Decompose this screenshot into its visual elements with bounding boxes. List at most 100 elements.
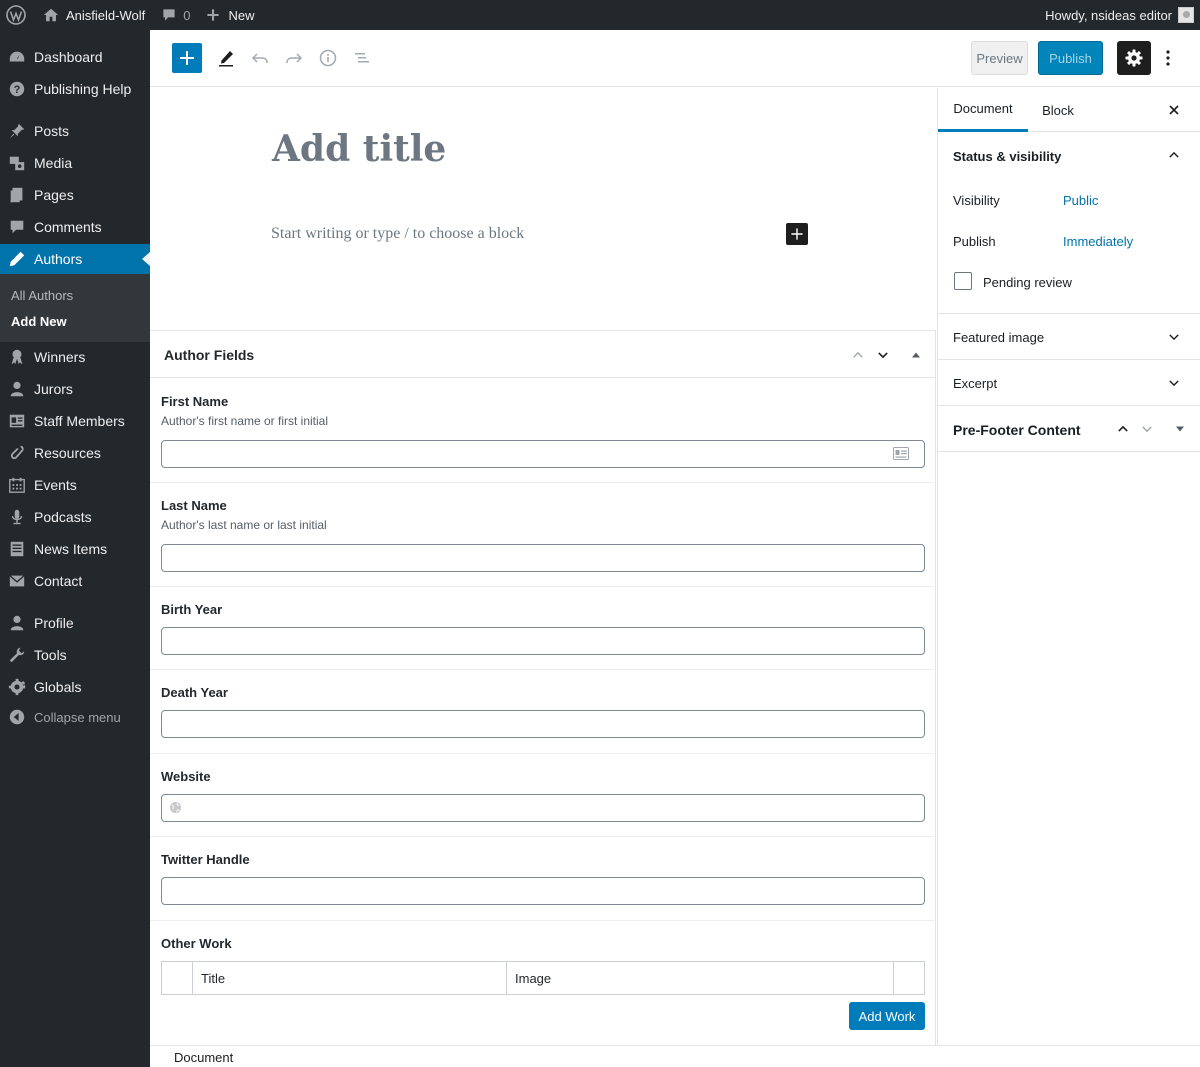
- collapse-label: Collapse menu: [34, 709, 121, 725]
- move-up-button[interactable]: [848, 345, 868, 365]
- site-name-link[interactable]: Anisfield-Wolf: [34, 0, 153, 30]
- publish-button[interactable]: Publish: [1038, 41, 1103, 75]
- menu-label: Posts: [34, 123, 70, 139]
- content-info-button[interactable]: [313, 43, 343, 73]
- twitter-handle-input[interactable]: [161, 877, 925, 905]
- menu-media[interactable]: Media: [0, 148, 150, 178]
- menu-winners[interactable]: Winners: [0, 342, 150, 372]
- panel-prefooter-content: Pre-Footer Content: [938, 406, 1200, 452]
- menu-label: Winners: [34, 349, 86, 365]
- field-last-name: Last Name Author's last name or last ini…: [150, 483, 936, 587]
- field-label: Twitter Handle: [161, 852, 250, 867]
- publish-date-toggle[interactable]: Immediately: [1063, 234, 1133, 249]
- field-death-year: Death Year: [150, 670, 936, 754]
- menu-contact[interactable]: Contact: [0, 566, 150, 596]
- menu-profile[interactable]: Profile: [0, 608, 150, 638]
- submenu-add-new[interactable]: Add New: [11, 314, 67, 329]
- close-sidebar-button[interactable]: [1164, 100, 1184, 120]
- panel-title[interactable]: Pre-Footer Content: [953, 422, 1081, 438]
- undo-button[interactable]: [245, 43, 275, 73]
- award-icon: [0, 348, 34, 366]
- menu-jurors[interactable]: Jurors: [0, 374, 150, 404]
- site-name: Anisfield-Wolf: [66, 7, 146, 23]
- plus-icon: [207, 9, 220, 21]
- admin-bar: Anisfield-Wolf 0 New Howdy, nsideas edit…: [0, 0, 1200, 30]
- menu-tools[interactable]: Tools: [0, 640, 150, 670]
- tab-document[interactable]: Document: [938, 88, 1028, 132]
- wordpress-logo-icon[interactable]: [0, 0, 34, 30]
- authors-submenu: All Authors Add New: [0, 274, 150, 342]
- collapse-menu-button[interactable]: Collapse menu: [0, 702, 150, 732]
- settings-tabs: Document Block: [938, 88, 1200, 132]
- toggle-panel-button[interactable]: [1170, 419, 1190, 439]
- death-year-input[interactable]: [161, 710, 925, 738]
- preview-button[interactable]: Preview: [971, 41, 1028, 75]
- settings-button[interactable]: [1117, 41, 1151, 75]
- visibility-toggle[interactable]: Public: [1063, 193, 1098, 208]
- panel-featured-image[interactable]: Featured image: [938, 314, 1200, 360]
- menu-events[interactable]: Events: [0, 470, 150, 500]
- panel-title[interactable]: Status & visibility: [953, 149, 1061, 164]
- field-description: Author's first name or first initial: [161, 414, 329, 428]
- website-input[interactable]: [161, 794, 925, 822]
- post-title-input[interactable]: Add title: [272, 128, 446, 170]
- pending-review-label: Pending review: [983, 275, 1072, 290]
- panel-excerpt[interactable]: Excerpt: [938, 360, 1200, 406]
- field-label: First Name: [161, 394, 229, 409]
- avatar: [1178, 7, 1194, 23]
- pending-review-checkbox[interactable]: [954, 272, 972, 290]
- comments-link[interactable]: 0: [153, 0, 198, 30]
- menu-news-items[interactable]: News Items: [0, 534, 150, 564]
- menu-posts[interactable]: Posts: [0, 116, 150, 146]
- contact-card-icon: [893, 447, 909, 460]
- close-icon: [1169, 105, 1179, 115]
- undo-icon: [251, 53, 268, 63]
- breadcrumb-document[interactable]: Document: [174, 1050, 233, 1065]
- metabox-header[interactable]: Author Fields: [150, 331, 936, 378]
- field-label: Last Name: [161, 498, 227, 513]
- menu-authors[interactable]: Authors: [0, 244, 150, 274]
- menu-label: Authors: [34, 251, 83, 267]
- column-header-image: Image: [507, 962, 894, 994]
- id-card-icon: [0, 412, 34, 430]
- field-twitter-handle: Twitter Handle: [150, 837, 936, 921]
- more-options-button[interactable]: [1156, 41, 1180, 75]
- menu-comments[interactable]: Comments: [0, 212, 150, 242]
- account-menu[interactable]: Howdy, nsideas editor: [1045, 7, 1200, 23]
- menu-pages[interactable]: Pages: [0, 180, 150, 210]
- edit-mode-button[interactable]: [211, 43, 241, 73]
- microphone-icon: [0, 508, 34, 526]
- tab-block[interactable]: Block: [1028, 88, 1088, 132]
- block-breadcrumb: Document: [150, 1045, 1200, 1067]
- toggle-panel-button[interactable]: [906, 345, 926, 365]
- default-block-placeholder[interactable]: Start writing or type / to choose a bloc…: [271, 225, 524, 243]
- metabox-title: Author Fields: [164, 347, 255, 363]
- menu-dashboard[interactable]: Dashboard: [0, 42, 150, 72]
- field-birth-year: Birth Year: [150, 587, 936, 670]
- last-name-input[interactable]: [161, 544, 925, 572]
- move-down-button[interactable]: [873, 345, 893, 365]
- add-block-button[interactable]: [172, 43, 202, 73]
- inline-add-block-button[interactable]: [786, 223, 808, 245]
- menu-resources[interactable]: Resources: [0, 438, 150, 468]
- menu-podcasts[interactable]: Podcasts: [0, 502, 150, 532]
- redo-button[interactable]: [279, 43, 309, 73]
- menu-publishing-help[interactable]: ? Publishing Help: [0, 74, 150, 104]
- field-label: Website: [161, 769, 211, 784]
- info-icon: [319, 49, 337, 67]
- menu-staff-members[interactable]: Staff Members: [0, 406, 150, 436]
- first-name-input[interactable]: [161, 440, 925, 468]
- move-up-button[interactable]: [1113, 419, 1133, 439]
- dashboard-icon: [0, 48, 34, 66]
- new-content-link[interactable]: New: [198, 0, 262, 30]
- birth-year-input[interactable]: [161, 627, 925, 655]
- add-work-button[interactable]: Add Work: [849, 1002, 925, 1030]
- chevron-down-icon: [1164, 327, 1184, 347]
- panel-status-visibility: Status & visibility Visibility Public Pu…: [938, 132, 1200, 314]
- block-navigation-button[interactable]: [347, 43, 377, 73]
- move-down-button[interactable]: [1137, 419, 1157, 439]
- submenu-all-authors[interactable]: All Authors: [11, 288, 73, 303]
- chevron-up-icon[interactable]: [1164, 145, 1184, 165]
- redo-icon: [286, 53, 303, 63]
- menu-globals[interactable]: Globals: [0, 672, 150, 702]
